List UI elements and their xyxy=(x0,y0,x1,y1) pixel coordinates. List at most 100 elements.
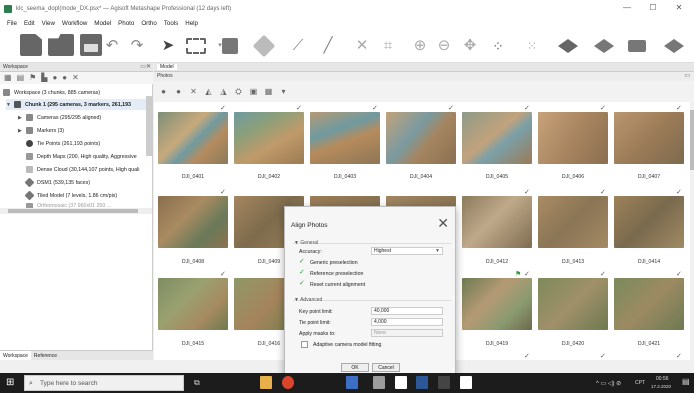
chrome-icon[interactable] xyxy=(282,376,294,389)
remove-item-icon[interactable]: ✕ xyxy=(72,73,79,83)
key-point-limit-input[interactable]: 40,000 xyxy=(371,307,443,315)
apply-masks-select[interactable]: None xyxy=(371,329,443,337)
draw-polyline-icon[interactable]: ⟋ xyxy=(286,35,310,57)
menu-edit[interactable]: Edit xyxy=(24,20,35,27)
word-icon[interactable] xyxy=(416,376,428,389)
disable-icon[interactable]: ● xyxy=(62,73,67,83)
add-chunk-icon[interactable]: ▦ xyxy=(4,73,12,83)
system-tray-icons[interactable]: ^ ▭ ◁) ⊘ xyxy=(596,380,621,387)
tab-reference[interactable]: Reference xyxy=(31,351,60,360)
photo-thumbnail[interactable] xyxy=(462,278,532,330)
tree-item-markers[interactable]: ▶ Markers (3) xyxy=(18,125,64,136)
photo-thumbnail[interactable] xyxy=(158,112,228,164)
tree-item-cameras[interactable]: ▶ Cameras (295/295 aligned) xyxy=(18,112,101,123)
filter-by-markers-icon[interactable]: ⛭ xyxy=(233,86,244,98)
cancel-button[interactable]: Cancel xyxy=(372,363,400,372)
notepad-icon[interactable] xyxy=(460,376,472,389)
new-document-icon[interactable] xyxy=(20,34,42,56)
maximize-button[interactable]: ☐ xyxy=(644,3,662,12)
disable-camera-icon[interactable]: ● xyxy=(173,86,184,98)
photo-thumbnail[interactable] xyxy=(234,112,304,164)
open-folder-icon[interactable] xyxy=(48,34,74,56)
dialog-close-icon[interactable]: ✕ xyxy=(437,215,449,232)
rotate-region-icon[interactable] xyxy=(252,34,276,58)
photo-thumbnail[interactable] xyxy=(462,196,532,248)
tree-item-tiled-model[interactable]: Tiled Model (7 levels, 1.86 cm/pix) xyxy=(24,190,117,201)
tab-model[interactable]: Model xyxy=(157,64,177,70)
view-mode-icon[interactable]: ▦ xyxy=(263,86,274,98)
adaptive-fitting-checkbox[interactable] xyxy=(301,341,308,348)
menu-ortho[interactable]: Ortho xyxy=(141,20,156,27)
menu-workflow[interactable]: Workflow xyxy=(62,20,87,27)
redo-icon[interactable]: ↷ xyxy=(125,35,149,57)
mesh-textured-icon[interactable] xyxy=(594,39,614,53)
resize-region-icon[interactable] xyxy=(222,38,238,54)
menu-photo[interactable]: Photo xyxy=(118,20,134,27)
reset-filter-icon[interactable]: ▣ xyxy=(248,86,259,98)
advanced-section-toggle[interactable]: ▼ Advanced xyxy=(294,297,322,303)
mesh-shaded-icon[interactable] xyxy=(558,39,578,53)
close-window-button[interactable]: ✕ xyxy=(670,3,688,12)
tree-item-workspace[interactable]: Workspace (3 chunks, 885 cameras) xyxy=(3,87,100,98)
rotate-right-icon[interactable]: ◮ xyxy=(218,86,229,98)
tab-workspace[interactable]: Workspace xyxy=(0,351,31,360)
dense-cloud-icon[interactable]: ⁙ xyxy=(520,35,544,57)
menu-help[interactable]: Help xyxy=(185,20,198,27)
ok-button[interactable]: OK xyxy=(341,363,369,372)
rectangle-selection-icon[interactable] xyxy=(186,38,206,54)
clock-time[interactable]: 00:56 xyxy=(656,376,669,382)
photo-thumbnail[interactable] xyxy=(614,112,684,164)
tree-item-depth-maps[interactable]: Depth Maps (200, High quality, Aggressiv… xyxy=(26,151,137,162)
tree-item-dense-cloud[interactable]: Dense Cloud (30,144,107 points, High qua… xyxy=(26,164,139,175)
photo-thumbnail[interactable] xyxy=(538,278,608,330)
pane-float-icon[interactable]: ▭ xyxy=(684,72,690,79)
save-icon[interactable] xyxy=(80,34,102,56)
undo-icon[interactable]: ↶ xyxy=(100,35,124,57)
pane-float-close-icon[interactable]: ▭✕ xyxy=(140,63,151,70)
photo-thumbnail[interactable] xyxy=(310,112,380,164)
rotate-left-icon[interactable]: ◭ xyxy=(203,86,214,98)
tree-item-tie-points[interactable]: Tie Points (261,193 points) xyxy=(26,138,100,149)
terminal-icon[interactable] xyxy=(438,376,450,389)
reset-alignment-checkbox[interactable]: ✓ xyxy=(299,280,305,288)
tree-vertical-scrollbar[interactable] xyxy=(146,96,152,156)
windows-start-icon[interactable]: ⊞ xyxy=(6,377,14,388)
reference-preselection-checkbox[interactable]: ✓ xyxy=(299,269,305,277)
enable-camera-icon[interactable]: ● xyxy=(158,86,169,98)
camera-icon[interactable] xyxy=(628,40,646,52)
crop-selection-icon[interactable]: ⌗ xyxy=(376,35,400,57)
remove-cameras-icon[interactable]: ✕ xyxy=(188,86,199,98)
add-photos-icon[interactable]: ▤ xyxy=(17,73,25,83)
document-icon[interactable] xyxy=(395,376,407,389)
menu-model[interactable]: Model xyxy=(94,20,111,27)
photo-thumbnail[interactable] xyxy=(614,278,684,330)
task-view-icon[interactable]: ⧉ xyxy=(194,378,200,388)
general-section-toggle[interactable]: ▼ General xyxy=(294,240,318,246)
navigation-cursor-icon[interactable]: ➤ xyxy=(156,35,180,57)
app-icon[interactable] xyxy=(346,376,358,389)
enable-icon[interactable]: ● xyxy=(52,73,57,83)
photo-thumbnail[interactable] xyxy=(462,112,532,164)
photo-thumbnail[interactable] xyxy=(158,196,228,248)
photos-vertical-scrollbar[interactable] xyxy=(690,102,694,360)
notifications-icon[interactable]: ▤ xyxy=(682,377,690,386)
photo-thumbnail[interactable] xyxy=(538,196,608,248)
photo-thumbnail[interactable] xyxy=(538,112,608,164)
expand-arrow-icon[interactable]: ▼ xyxy=(6,102,14,108)
view-mode-dropdown-icon[interactable]: ▾ xyxy=(278,86,289,98)
photo-thumbnail[interactable] xyxy=(614,196,684,248)
file-explorer-icon[interactable] xyxy=(260,376,272,389)
menu-file[interactable]: File xyxy=(7,20,17,27)
add-scalebar-icon[interactable]: ▙ xyxy=(41,73,47,83)
photo-thumbnail[interactable] xyxy=(158,278,228,330)
move-object-icon[interactable]: ✥ xyxy=(458,35,482,57)
generic-preselection-checkbox[interactable]: ✓ xyxy=(299,258,305,266)
show-cameras-icon[interactable] xyxy=(664,39,684,53)
collapse-arrow-icon[interactable]: ▶ xyxy=(18,128,26,134)
menu-tools[interactable]: Tools xyxy=(164,20,178,27)
zoom-out-icon[interactable]: ⊖ xyxy=(432,35,456,57)
point-cloud-icon[interactable]: ⁘ xyxy=(486,35,510,57)
photo-thumbnail[interactable] xyxy=(386,112,456,164)
ruler-icon[interactable]: ╱ xyxy=(316,35,340,57)
tie-point-limit-input[interactable]: 4,000 xyxy=(371,318,443,326)
